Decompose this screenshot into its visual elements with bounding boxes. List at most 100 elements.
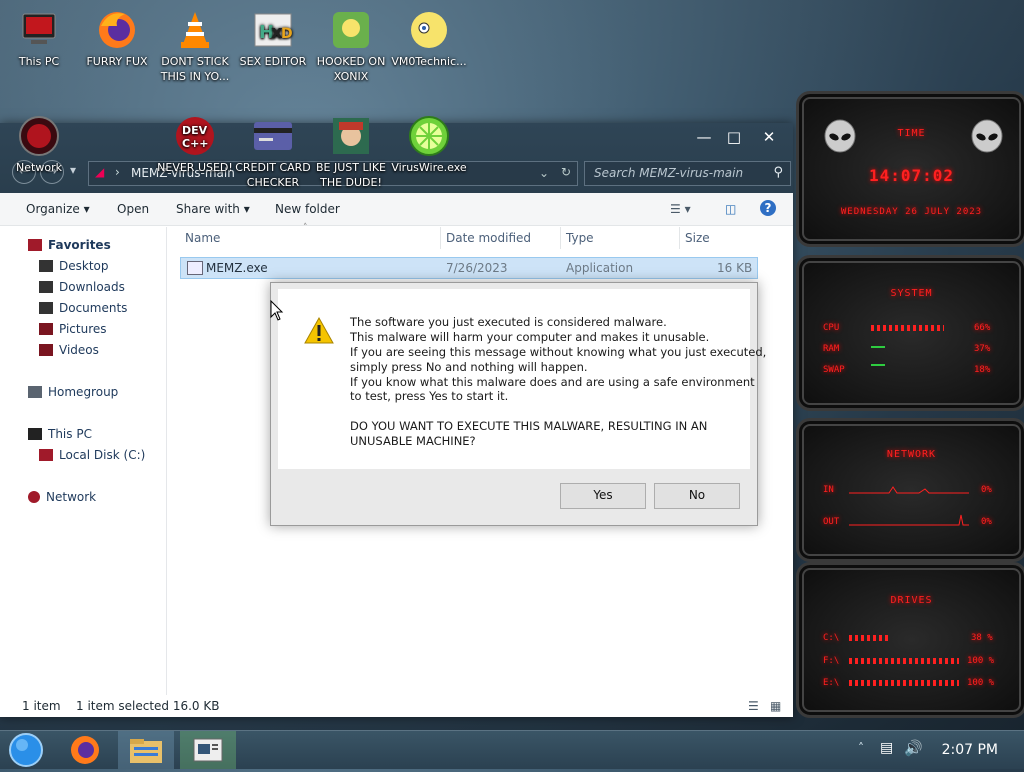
net-out-label: OUT	[823, 517, 840, 527]
search-icon[interactable]: ⚲	[773, 165, 783, 180]
svg-text:DEV: DEV	[182, 124, 208, 137]
net-in-label: IN	[823, 485, 834, 495]
search-input[interactable]: Search MEMZ-virus-main	[594, 166, 743, 180]
dialog-message-line: If you are seeing this message without k…	[350, 345, 767, 359]
homegroup-icon	[28, 386, 42, 398]
view-options-icon[interactable]: ☰ ▾	[670, 202, 691, 216]
drive-f-value: 100 %	[967, 656, 995, 666]
preview-pane-icon[interactable]: ◫	[725, 202, 736, 216]
ram-value: 37%	[974, 344, 991, 354]
chevron-down-icon[interactable]: ⌄	[539, 166, 549, 180]
gadget-date: WEDNESDAY 26 JULY 2023	[840, 207, 983, 217]
new-folder-button[interactable]: New folder	[275, 202, 340, 216]
column-header-name[interactable]: Name	[185, 231, 220, 245]
nav-homegroup[interactable]: Homegroup	[28, 382, 118, 402]
desktop-icon-never-used[interactable]: DEV C++ NEVER USED!	[156, 114, 234, 175]
column-header-date[interactable]: Date modified	[446, 231, 531, 245]
no-button[interactable]: No	[654, 483, 740, 509]
desktop-icon-vm0technic[interactable]: VM0Technic...	[390, 8, 468, 69]
anime-icon	[407, 8, 451, 52]
devcpp-icon: DEV C++	[173, 114, 217, 158]
folder-icon: ◢	[95, 165, 105, 179]
start-button[interactable]	[0, 731, 56, 769]
drive-c-label: C:\	[823, 633, 840, 643]
organize-button[interactable]: Organize ▾	[26, 202, 90, 216]
ram-indicator	[871, 346, 885, 348]
desktop-icon-this-pc[interactable]: This PC	[0, 8, 78, 69]
minimize-button[interactable]: —	[687, 125, 721, 149]
nav-downloads[interactable]: Downloads	[39, 277, 125, 297]
network-gadget[interactable]: NETWORK IN 0% OUT 0%	[796, 418, 1024, 562]
share-with-button[interactable]: Share with ▾	[176, 202, 250, 216]
column-divider[interactable]	[560, 227, 561, 249]
nav-videos[interactable]: Videos	[39, 340, 99, 360]
desktop-icon-hooked-on-xonix[interactable]: HOOKED ON XONIX	[312, 8, 390, 84]
details-view-icon[interactable]: ☰	[748, 699, 759, 713]
taskbar-app[interactable]	[180, 731, 236, 769]
gadget-title: DRIVES	[890, 595, 933, 606]
computer-icon	[28, 428, 42, 440]
sort-up-icon: ˄	[303, 223, 308, 233]
column-header-type[interactable]: Type	[566, 231, 594, 245]
nav-local-disk[interactable]: Local Disk (C:)	[39, 445, 145, 465]
column-divider[interactable]	[679, 227, 680, 249]
column-header-size[interactable]: Size	[685, 231, 710, 245]
nav-favorites[interactable]: Favorites	[28, 235, 111, 255]
close-button[interactable]: ✕	[752, 125, 786, 149]
computer-icon	[17, 8, 61, 52]
card-icon	[251, 114, 295, 158]
desktop-icon-network[interactable]: Network	[0, 114, 78, 175]
desktop-icon-credit-card-checker[interactable]: CREDIT CARD CHECKER	[234, 114, 312, 190]
star-icon	[28, 239, 42, 251]
help-icon[interactable]: ?	[760, 200, 776, 216]
chevron-right-icon: ›	[115, 165, 120, 179]
show-hidden-icons-icon[interactable]: ˄	[858, 741, 864, 755]
time-gadget[interactable]: TIME 14:07:02 WEDNESDAY 26 JULY 2023	[796, 91, 1024, 247]
command-bar: Organize ▾ Open Share with ▾ New folder …	[0, 193, 793, 226]
nav-network[interactable]: Network	[28, 487, 96, 507]
malware-warning-dialog[interactable]: The software you just executed is consid…	[270, 282, 766, 526]
item-count: 1 item	[22, 699, 61, 713]
drives-gadget[interactable]: DRIVES C:\ 38 % F:\ 100 % E:\ 100 %	[796, 562, 1024, 718]
dialog-message-line: to test, press Yes to start it.	[350, 389, 509, 403]
nav-this-pc[interactable]: This PC	[28, 424, 92, 444]
desktop-icon-dont-stick[interactable]: DONT STICK THIS IN YO...	[156, 8, 234, 84]
drive-f-label: F:\	[823, 656, 840, 666]
drive-c-value: 38 %	[971, 633, 993, 643]
dialog-message-line: simply press No and nothing will happen.	[350, 360, 588, 374]
desktop-icon-furry-fux[interactable]: FURRY FUX	[78, 8, 156, 69]
net-out-graph	[849, 514, 969, 526]
network-tray-icon[interactable]: ▤	[880, 740, 893, 756]
column-divider[interactable]	[440, 227, 441, 249]
desktop-icon-sex-editor[interactable]: HxD SEX EDITOR	[234, 8, 312, 69]
maximize-button[interactable]: □	[717, 125, 751, 149]
dialog-question: UNUSABLE MACHINE?	[350, 434, 476, 448]
cpu-label: CPU	[823, 323, 840, 333]
desktop-icon-be-just-like-the-dude[interactable]: BE JUST LIKE THE DUDE!	[312, 114, 390, 190]
refresh-icon[interactable]: ↻	[561, 165, 571, 179]
svg-text:C++: C++	[182, 137, 209, 150]
nav-pictures[interactable]: Pictures	[39, 319, 107, 339]
firefox-icon	[95, 8, 139, 52]
drive-f-bar	[849, 658, 959, 664]
ram-label: RAM	[823, 344, 840, 354]
taskbar-file-explorer[interactable]	[118, 731, 174, 769]
net-in-value: 0%	[981, 485, 992, 495]
taskbar-clock[interactable]: 2:07 PM	[942, 742, 998, 758]
taskbar: ˄ ▤ 🔊 2:07 PM	[0, 730, 1024, 769]
search-box[interactable]: Search MEMZ-virus-main ⚲	[584, 161, 791, 186]
file-date: 7/26/2023	[446, 261, 508, 275]
volume-icon[interactable]: 🔊	[904, 739, 923, 757]
desktop-icon	[39, 260, 53, 272]
dialog-message-line: This malware will harm your computer and…	[350, 330, 710, 344]
nav-documents[interactable]: Documents	[39, 298, 127, 318]
yes-button[interactable]: Yes	[560, 483, 646, 509]
desktop-icon-viruswire[interactable]: VirusWire.exe	[390, 114, 468, 175]
system-gadget[interactable]: SYSTEM CPU 66% RAM 37% SWAP 18%	[796, 255, 1024, 411]
documents-icon	[39, 302, 53, 314]
open-button[interactable]: Open	[117, 202, 149, 216]
tiles-view-icon[interactable]: ▦	[770, 699, 781, 713]
nav-desktop[interactable]: Desktop	[39, 256, 109, 276]
taskbar-firefox[interactable]	[58, 731, 114, 769]
file-row[interactable]: MEMZ.exe 7/26/2023 Application 16 KB	[180, 257, 758, 279]
